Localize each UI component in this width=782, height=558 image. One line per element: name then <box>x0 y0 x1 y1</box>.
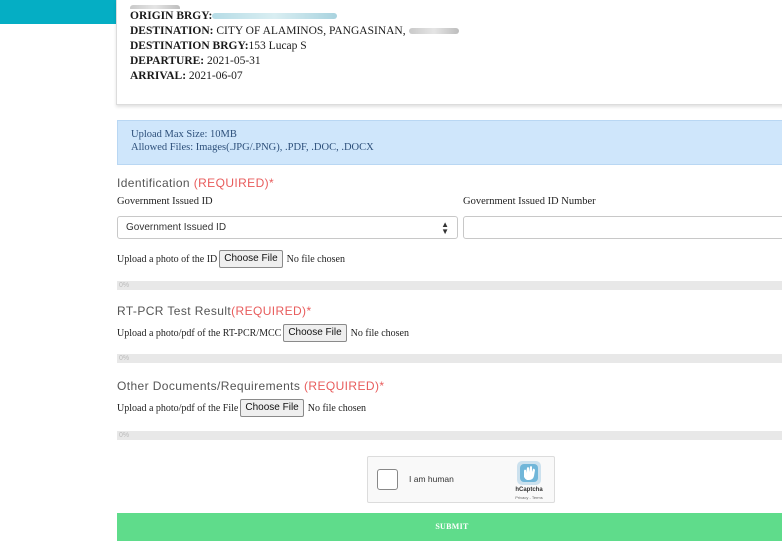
rtpcr-choose-file-button[interactable]: Choose File <box>283 324 347 342</box>
rtpcr-title: RT-PCR Test Result(REQUIRED)* <box>117 304 312 318</box>
government-id-select[interactable]: Government Issued ID ▲ ▼ <box>117 216 458 239</box>
hcaptcha-widget: I am human hCaptcha Privacy - Terms <box>367 456 555 503</box>
id-no-file-text: No file chosen <box>286 253 345 265</box>
rtpcr-upload-progress: 0% <box>117 354 782 363</box>
redacted-text <box>212 13 338 20</box>
hcaptcha-brand: hCaptcha <box>515 487 543 493</box>
required-marker: (REQUIRED)* <box>304 379 385 393</box>
identification-title-text: Identification <box>117 176 194 190</box>
origin-brgy-key: ORIGIN BRGY: <box>130 10 213 22</box>
arrival-line: ARRIVAL: 2021-06-07 <box>130 69 782 84</box>
other-docs-upload-prompt: Upload a photo/pdf of the File <box>117 402 239 414</box>
origin-line-partial <box>130 2 782 9</box>
rtpcr-upload-row: Upload a photo/pdf of the RT-PCR/MCC Cho… <box>117 324 409 342</box>
hcaptcha-terms[interactable]: Privacy - Terms <box>507 495 551 500</box>
government-id-number-input[interactable] <box>463 216 782 239</box>
required-marker: (REQUIRED)* <box>231 304 312 318</box>
departure-line: DEPARTURE: 2021-05-31 <box>130 54 782 69</box>
destination-key: DESTINATION: <box>130 25 214 37</box>
upload-max-size: Upload Max Size: 10MB <box>131 129 237 140</box>
id-upload-prompt: Upload a photo of the ID <box>117 253 218 265</box>
upload-info-alert: Upload Max Size: 10MB Allowed Files: Ima… <box>117 120 782 165</box>
origin-brgy-line: ORIGIN BRGY: <box>130 9 782 24</box>
rtpcr-upload-prompt: Upload a photo/pdf of the RT-PCR/MCC <box>117 327 282 339</box>
other-docs-progress-text: 0% <box>119 432 130 439</box>
rtpcr-no-file-text: No file chosen <box>350 327 409 339</box>
destination-brgy-key: DESTINATION BRGY: <box>130 40 249 52</box>
arrival-key: ARRIVAL: <box>130 70 187 82</box>
arrival-value: 2021-06-07 <box>188 70 243 82</box>
government-id-select-value: Government Issued ID <box>126 222 227 233</box>
id-upload-row: Upload a photo of the ID Choose File No … <box>117 250 345 268</box>
required-marker: (REQUIRED)* <box>193 176 275 190</box>
id-progress-text: 0% <box>119 282 130 289</box>
rtpcr-title-text: RT-PCR Test Result <box>117 304 232 318</box>
rtpcr-progress-text: 0% <box>119 355 130 362</box>
other-docs-no-file-text: No file chosen <box>307 402 367 414</box>
other-docs-upload-row: Upload a photo/pdf of the File Choose Fi… <box>117 399 366 417</box>
id-upload-progress: 0% <box>117 281 782 290</box>
other-docs-title-text: Other Documents/Requirements <box>117 379 305 393</box>
destination-brgy-line: DESTINATION BRGY:153 Lucap S <box>130 39 782 54</box>
redacted-text <box>408 28 459 35</box>
other-docs-title: Other Documents/Requirements (REQUIRED)* <box>117 379 384 393</box>
submit-button[interactable]: SUBMIT <box>117 513 782 541</box>
hcaptcha-logo-icon <box>517 461 541 485</box>
departure-key: DEPARTURE: <box>130 55 205 67</box>
id-choose-file-button[interactable]: Choose File <box>219 250 283 268</box>
destination-brgy-value: 153 Lucap S <box>248 40 307 52</box>
allowed-files: Allowed Files: Images(.JPG/.PNG), .PDF, … <box>131 142 374 153</box>
departure-value: 2021-05-31 <box>207 55 261 67</box>
select-caret-icon: ▲ ▼ <box>441 220 449 236</box>
destination-value: CITY OF ALAMINOS, PANGASINAN, <box>216 25 406 37</box>
captcha-label: I am human <box>409 474 454 484</box>
captcha-checkbox[interactable] <box>377 469 398 490</box>
trip-details-card: ORIGIN BRGY: DESTINATION: CITY OF ALAMIN… <box>116 0 782 105</box>
other-docs-choose-file-button[interactable]: Choose File <box>240 399 304 417</box>
government-id-label: Government Issued ID <box>117 196 213 207</box>
destination-line: DESTINATION: CITY OF ALAMINOS, PANGASINA… <box>130 24 782 39</box>
other-docs-upload-progress: 0% <box>117 431 782 440</box>
identification-title: Identification (REQUIRED)* <box>117 176 274 190</box>
government-id-number-label: Government Issued ID Number <box>463 196 596 207</box>
